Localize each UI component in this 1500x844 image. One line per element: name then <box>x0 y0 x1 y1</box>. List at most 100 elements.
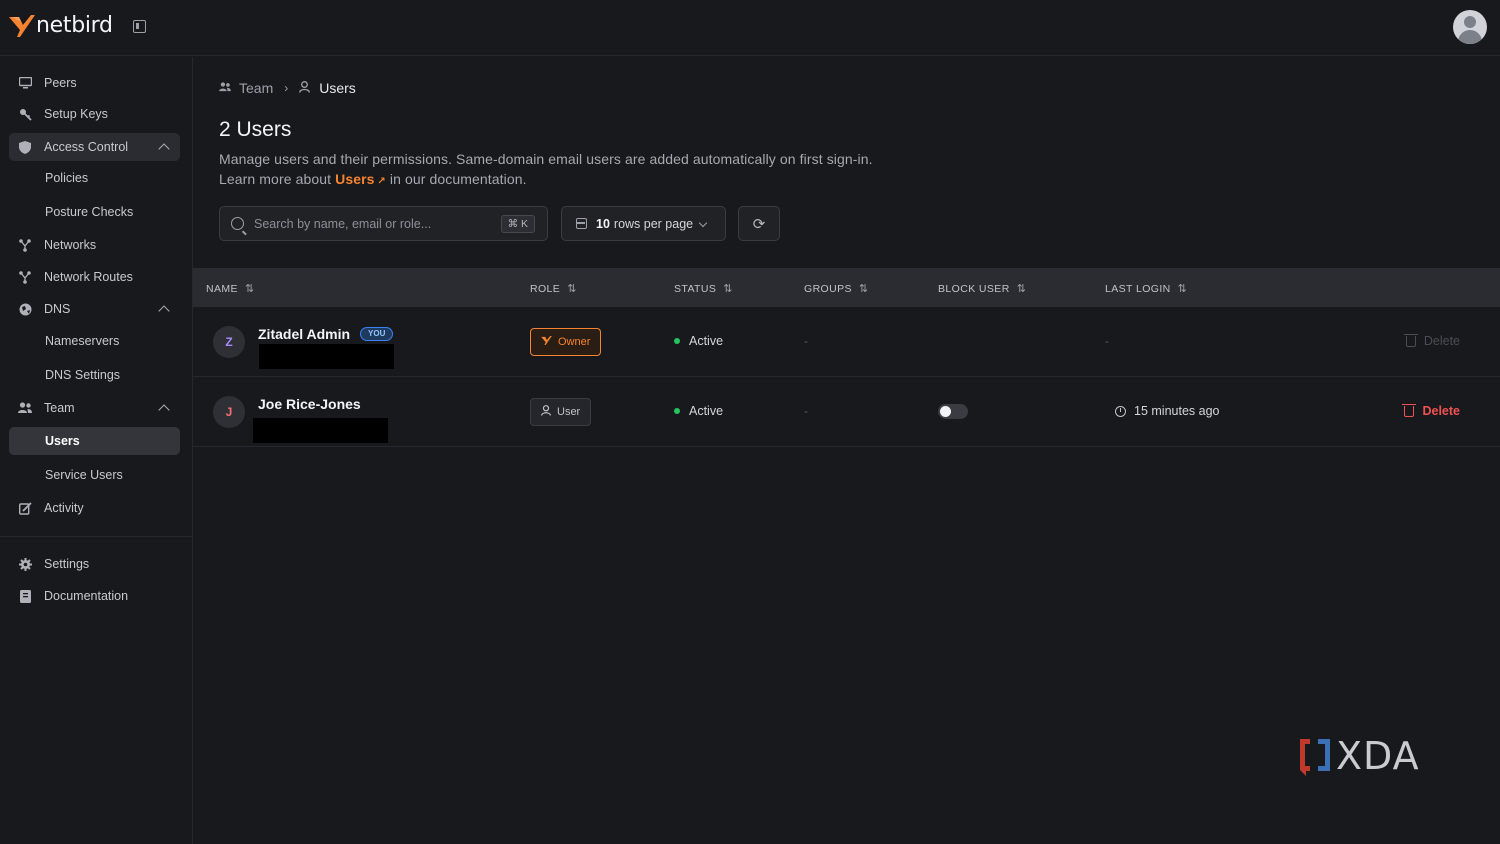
sort-icon: ⇅ <box>244 283 255 295</box>
sidebar-item-setup-keys[interactable]: Setup Keys <box>9 100 180 128</box>
delete-button[interactable]: Delete <box>1402 403 1460 418</box>
user-name: Zitadel Admin YOU <box>258 326 394 342</box>
breadcrumb: Team › Users <box>219 80 356 96</box>
sidebar-item-documentation[interactable]: Documentation <box>9 582 180 610</box>
rows-per-page-value: 10 <box>596 216 610 231</box>
avatar: Z <box>213 326 245 358</box>
netbird-logo[interactable]: netbird <box>9 13 113 38</box>
avatar: J <box>213 396 245 428</box>
role-badge-user[interactable]: User <box>530 398 592 426</box>
gear-icon <box>18 557 32 571</box>
sort-icon: ⇅ <box>1177 283 1188 295</box>
sidebar-divider <box>0 536 192 537</box>
search-input[interactable] <box>254 216 494 231</box>
refresh-icon: ⟳ <box>752 215 766 233</box>
search-shortcut: ⌘ K <box>500 215 535 233</box>
key-icon <box>18 107 32 121</box>
watermark-text: XDA <box>1336 734 1420 778</box>
redacted-email <box>253 418 388 443</box>
chevron-down-icon <box>698 218 708 228</box>
trash-icon <box>1402 403 1417 417</box>
sidebar-item-peers[interactable]: Peers <box>9 69 180 97</box>
sidebar-toggle-icon[interactable] <box>133 20 146 33</box>
last-login-value: - <box>1105 334 1109 348</box>
user-icon <box>541 405 551 419</box>
sidebar-item-label: DNS <box>44 302 71 316</box>
sidebar-item-label: Users <box>45 434 80 448</box>
sidebar-item-access-control[interactable]: Access Control <box>9 133 180 161</box>
sidebar-item-nameservers[interactable]: Nameservers <box>9 327 180 355</box>
globe-icon <box>18 302 32 316</box>
you-badge: YOU <box>360 327 394 341</box>
users-docs-link[interactable]: Users ↗ <box>335 171 386 187</box>
status-badge: Active <box>674 404 723 418</box>
sidebar-item-service-users[interactable]: Service Users <box>9 461 180 489</box>
sidebar-item-label: Posture Checks <box>45 205 134 219</box>
role-badge-owner[interactable]: Owner <box>530 328 602 356</box>
sidebar-item-dns[interactable]: DNS <box>9 295 180 323</box>
redacted-email <box>259 344 394 369</box>
rows-per-page-select[interactable]: 10 rows per page <box>561 206 726 241</box>
search-box[interactable]: ⌘ K <box>219 206 548 241</box>
column-header-name[interactable]: NAME ⇅ <box>206 282 255 296</box>
sidebar-item-dns-settings[interactable]: DNS Settings <box>9 361 180 389</box>
sidebar-item-activity[interactable]: Activity <box>9 494 180 522</box>
breadcrumb-team-link[interactable]: Team <box>239 80 273 96</box>
user-name: Joe Rice-Jones <box>258 396 361 412</box>
sidebar-item-label: DNS Settings <box>45 368 121 382</box>
trash-icon <box>1403 333 1418 347</box>
sidebar-item-networks[interactable]: Networks <box>9 231 180 259</box>
chevron-right-icon: › <box>284 81 289 95</box>
table-header: NAME ⇅ ROLE ⇅ STATUS ⇅ GROUPS ⇅ BLOCK USER ⇅ … <box>193 268 1500 307</box>
sidebar-item-label: Setup Keys <box>44 107 108 121</box>
description-line-1: Manage users and their permissions. Same… <box>219 151 873 167</box>
sidebar-item-label: Network Routes <box>44 270 133 284</box>
route-icon <box>18 270 32 284</box>
page-title: 2 Users <box>219 118 292 141</box>
column-header-block-user[interactable]: BLOCK USER ⇅ <box>938 282 1027 296</box>
sidebar-item-settings[interactable]: Settings <box>9 550 180 578</box>
refresh-button[interactable]: ⟳ <box>738 206 780 241</box>
sidebar-item-label: Networks <box>44 238 97 252</box>
xda-logo-icon <box>1300 739 1330 776</box>
book-icon <box>18 589 32 603</box>
sidebar-item-label: Documentation <box>44 589 129 603</box>
sidebar-item-posture-checks[interactable]: Posture Checks <box>9 198 180 226</box>
sort-icon: ⇅ <box>567 283 577 295</box>
column-header-last-login[interactable]: LAST LOGIN ⇅ <box>1105 282 1188 296</box>
sidebar-item-policies[interactable]: Policies <box>9 164 180 192</box>
column-header-groups[interactable]: GROUPS ⇅ <box>804 282 869 296</box>
sidebar-item-label: Service Users <box>45 468 123 482</box>
sidebar-item-label: Activity <box>44 501 84 515</box>
chevron-up-icon <box>158 143 170 155</box>
sort-icon: ⇅ <box>858 283 869 295</box>
sidebar-item-users[interactable]: Users <box>9 427 180 455</box>
sort-icon: ⇅ <box>1016 283 1027 295</box>
block-user-toggle[interactable] <box>938 404 968 419</box>
column-header-status[interactable]: STATUS ⇅ <box>674 282 733 296</box>
sidebar-item-team[interactable]: Team <box>9 394 180 422</box>
table-row[interactable]: Z Zitadel Admin YOU Owner Active - - Del… <box>193 307 1500 377</box>
sort-icon: ⇅ <box>723 283 733 295</box>
groups-value: - <box>804 334 808 348</box>
status-badge: Active <box>674 334 723 348</box>
breadcrumb-current: Users <box>319 80 356 96</box>
user-avatar[interactable] <box>1453 10 1487 44</box>
sidebar-item-network-routes[interactable]: Network Routes <box>9 263 180 291</box>
shield-icon <box>18 140 32 154</box>
user-icon <box>299 80 313 96</box>
last-login-value: 15 minutes ago <box>1115 404 1219 418</box>
table-row[interactable]: J Joe Rice-Jones User Active - 15 minute… <box>193 377 1500 447</box>
xda-watermark: XDA <box>1298 736 1420 776</box>
sidebar: Peers Setup Keys Access Control Policies… <box>0 57 193 844</box>
column-header-role[interactable]: ROLE ⇅ <box>530 282 577 296</box>
sidebar-item-label: Team <box>44 401 75 415</box>
sidebar-item-label: Policies <box>45 171 89 185</box>
search-icon <box>231 217 244 230</box>
table-icon <box>576 218 587 229</box>
monitor-icon <box>18 76 32 90</box>
netbird-bird-icon <box>541 336 552 348</box>
sidebar-item-label: Nameservers <box>45 334 120 348</box>
external-link-icon: ↗ <box>374 176 386 187</box>
groups-value: - <box>804 404 808 418</box>
